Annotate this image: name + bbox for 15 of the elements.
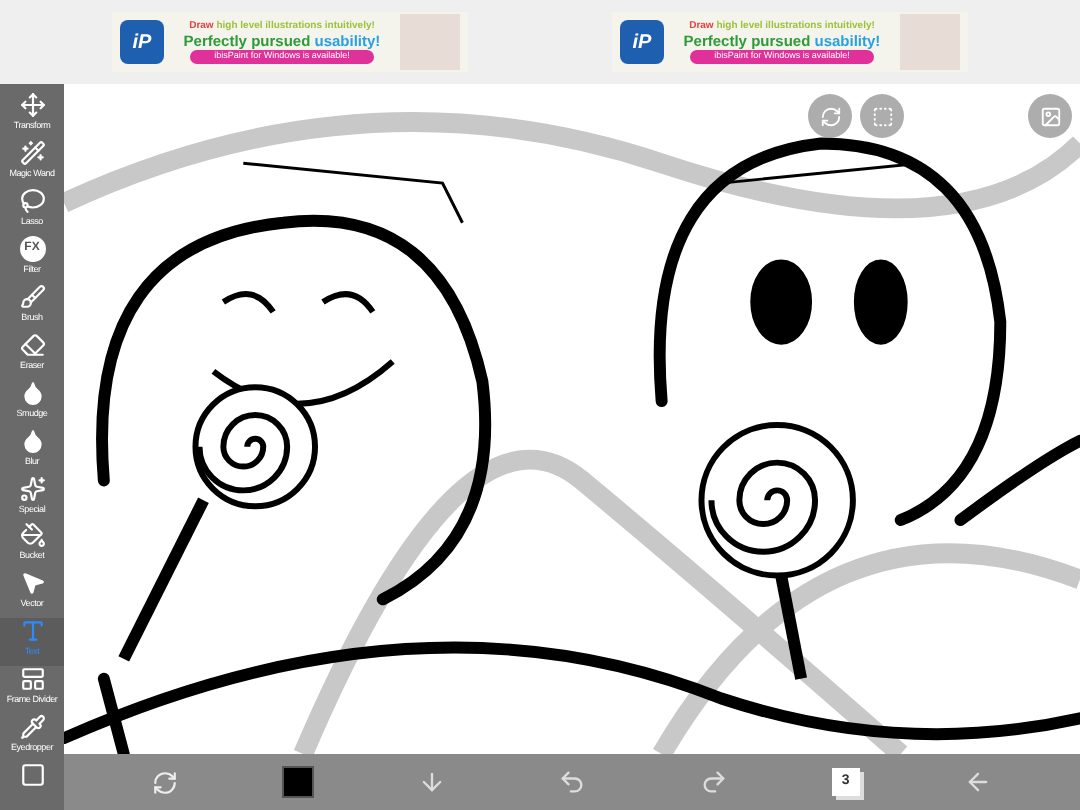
down-arrow-icon [418, 768, 447, 796]
canvas-tool-button[interactable] [860, 94, 904, 138]
redo-icon [699, 768, 728, 796]
canvas-tool-button[interactable] [808, 94, 852, 138]
app-logo: iP [620, 20, 664, 64]
undo-icon [558, 768, 587, 796]
arrows-icon [819, 105, 841, 127]
photo-placeholder [400, 14, 460, 70]
arrows-icon [152, 769, 179, 795]
photo-placeholder [900, 14, 960, 70]
app-logo: iP [120, 20, 164, 64]
color-swatch[interactable] [282, 766, 315, 798]
dashed-square-icon [871, 105, 893, 127]
reference-button[interactable] [1028, 94, 1072, 138]
image-icon [1039, 105, 1061, 127]
